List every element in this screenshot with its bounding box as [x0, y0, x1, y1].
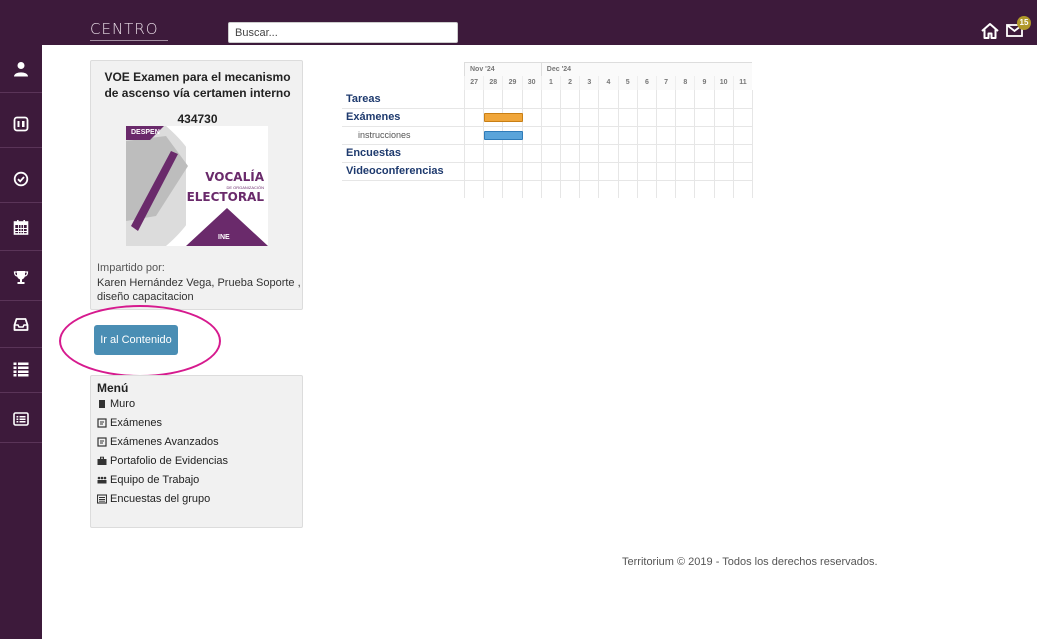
- gantt-row[interactable]: [342, 90, 752, 108]
- trophy-icon: [13, 270, 29, 284]
- sidebar-item-courses[interactable]: [0, 100, 42, 148]
- cover-brand-logo: INE: [218, 234, 230, 241]
- menu-item-label: Portafolio de Evidencias: [110, 455, 229, 467]
- menu-item-label: Equipo de Trabajo: [110, 474, 200, 486]
- gantt-day-header: 3: [579, 76, 599, 90]
- logo[interactable]: CENTRO: [90, 20, 159, 38]
- highlight-circle: [59, 305, 221, 377]
- menu-item-team[interactable]: Equipo de Trabajo: [97, 474, 199, 486]
- course-code: 434730: [177, 112, 218, 126]
- menu-item-label: Exámenes Avanzados: [110, 436, 219, 448]
- menu-item-surveys[interactable]: Encuestas del grupo: [97, 493, 210, 505]
- user-icon: [14, 61, 28, 76]
- gantt-row-line: [342, 144, 752, 145]
- gantt-month-header: Nov '24: [464, 62, 541, 76]
- menu-item-wall[interactable]: Muro: [97, 398, 135, 410]
- gantt-day-header: 28: [483, 76, 503, 90]
- cover-tag: DESPEN: [131, 129, 160, 136]
- book-icon: [13, 116, 29, 131]
- gantt-row-label[interactable]: Encuestas: [346, 144, 401, 162]
- course-card: VOE Examen para el mecanismo de ascenso …: [90, 60, 303, 310]
- exam-icon: [97, 418, 107, 428]
- gantt-day-header: 1: [540, 76, 560, 90]
- menu-item-label: Muro: [110, 398, 136, 410]
- sidebar-item-inbox[interactable]: [0, 300, 42, 348]
- menu-item-label: Encuestas del grupo: [110, 493, 211, 505]
- gantt-day-header: 6: [636, 76, 656, 90]
- menu-item-advanced-exams[interactable]: Exámenes Avanzados: [97, 436, 219, 448]
- course-title: VOE Examen para el mecanismo de ascenso …: [104, 70, 291, 100]
- sidebar: [0, 45, 42, 639]
- gantt-bar[interactable]: [484, 113, 523, 122]
- menu-item-portfolio[interactable]: Portafolio de Evidencias: [97, 455, 228, 467]
- sidebar-item-profile[interactable]: [0, 45, 42, 93]
- gantt-row-label[interactable]: instrucciones: [358, 126, 411, 144]
- taught-by-label: Impartido por:: [97, 262, 165, 274]
- footer-copyright: Territorium © 2019 - Todos los derechos …: [622, 556, 878, 568]
- sidebar-item-tasks[interactable]: [0, 155, 42, 203]
- briefcase-icon: [97, 456, 107, 465]
- gantt-chart: Nov '24 Dec '24 27 28 29 30 1 2 3 4 5 6 7 8 9 10 11 Tarea…: [342, 62, 753, 207]
- top-bar: CENTRO 15: [0, 0, 1037, 45]
- gantt-row[interactable]: [342, 144, 752, 162]
- notification-badge[interactable]: 15: [1017, 16, 1031, 30]
- home-icon[interactable]: [980, 21, 1000, 41]
- gantt-grid-line: [752, 90, 753, 198]
- gantt-row-label[interactable]: Videoconferencias: [346, 162, 444, 180]
- gantt-day-header: 7: [656, 76, 676, 90]
- search-input[interactable]: [228, 22, 458, 43]
- gantt-row-label[interactable]: Tareas: [346, 90, 381, 108]
- gantt-day-header: 5: [617, 76, 637, 90]
- wall-icon: [99, 400, 105, 408]
- gantt-row-line: [342, 180, 752, 181]
- gantt-day-header: 29: [502, 76, 522, 90]
- menu-item-label: Exámenes: [110, 417, 162, 429]
- course-menu: Menú Muro Exámenes Exámenes Avanzados Po…: [90, 375, 303, 528]
- gantt-day-header: 11: [732, 76, 752, 90]
- gantt-row-line: [342, 108, 752, 109]
- gantt-day-header: 9: [694, 76, 714, 90]
- gantt-day-header: 27: [464, 76, 484, 90]
- calendar-icon: [13, 219, 29, 235]
- cover-heading-2: ELECTORAL: [186, 190, 264, 204]
- sidebar-item-surveys[interactable]: [0, 395, 42, 443]
- survey-icon: [97, 494, 107, 504]
- list-icon: [13, 362, 29, 376]
- gantt-day-header: 8: [675, 76, 695, 90]
- gantt-day-header: 2: [560, 76, 580, 90]
- logo-underline: [90, 40, 168, 41]
- exam-icon: [97, 437, 107, 447]
- gantt-day-header: 4: [598, 76, 618, 90]
- menu-item-exams[interactable]: Exámenes: [97, 417, 162, 429]
- gantt-month-header: Dec '24: [540, 62, 752, 76]
- sidebar-item-calendar[interactable]: [0, 203, 42, 251]
- menu-title: Menú: [97, 381, 129, 395]
- gantt-day-header: 30: [521, 76, 541, 90]
- gantt-bar[interactable]: [484, 131, 523, 140]
- course-cover-image[interactable]: DESPEN VOCALÍA DE ORGANIZACIÓN ELECTORAL…: [126, 126, 268, 246]
- inbox-icon: [13, 317, 29, 331]
- gantt-row[interactable]: [342, 108, 752, 126]
- gantt-day-header: 10: [713, 76, 733, 90]
- check-circle-icon: [13, 171, 29, 186]
- cover-heading-1: VOCALÍA: [205, 170, 264, 184]
- list-alt-icon: [13, 411, 29, 426]
- sidebar-item-list[interactable]: [0, 345, 42, 393]
- team-icon: [97, 476, 107, 484]
- sidebar-item-achievements[interactable]: [0, 253, 42, 301]
- taught-by-names: Karen Hernández Vega, Prueba Soporte , d…: [97, 277, 301, 303]
- gantt-row-label[interactable]: Exámenes: [346, 108, 400, 126]
